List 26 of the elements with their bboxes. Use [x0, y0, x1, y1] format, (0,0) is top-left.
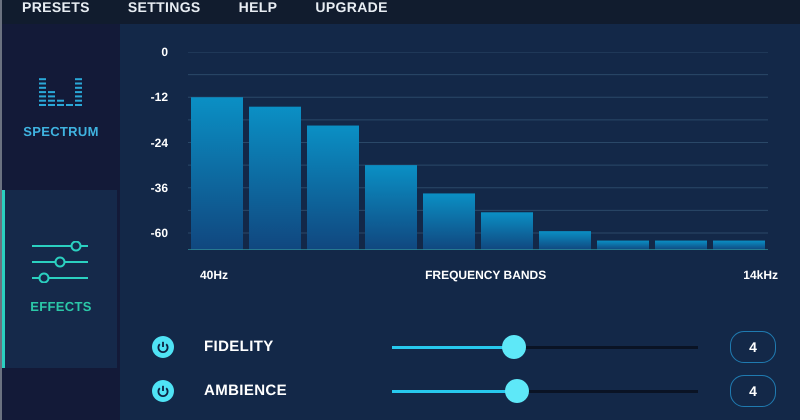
- axis-tick-label: -24: [150, 136, 168, 148]
- axis-title: FREQUENCY BANDS: [425, 267, 546, 284]
- effect-label: FIDELITY: [204, 336, 275, 357]
- sidebar-tab[interactable]: SPECTRUM: [2, 28, 117, 190]
- value-box[interactable]: 4: [730, 331, 776, 363]
- axis-tick-label: 0: [161, 46, 168, 58]
- power-icon[interactable]: [152, 336, 174, 358]
- axis-tick-label: -60: [150, 227, 168, 240]
- slider-thumb[interactable]: [505, 379, 530, 403]
- axis-tick-label: -36: [150, 182, 168, 194]
- slider[interactable]: [392, 379, 698, 403]
- menu-item[interactable]: PRESETS: [22, 0, 90, 14]
- equalizer-icon: [39, 76, 83, 108]
- sidebar-tab[interactable]: EFFECTS: [2, 190, 117, 368]
- value-box[interactable]: 4: [730, 375, 776, 407]
- slider[interactable]: [392, 335, 698, 359]
- menu-item[interactable]: UPGRADE: [315, 0, 388, 14]
- axis-tick-label: -12: [150, 91, 168, 104]
- slider-thumb[interactable]: [502, 335, 526, 359]
- power-icon[interactable]: [152, 380, 174, 402]
- sliders-icon: [32, 241, 90, 284]
- axis-tick-label: 14kHz: [743, 267, 778, 284]
- effect-label: AMBIENCE: [204, 380, 288, 401]
- axis-tick-label: 40Hz: [200, 267, 228, 284]
- menu-item[interactable]: SETTINGS: [128, 0, 201, 14]
- menu-item[interactable]: HELP: [238, 0, 278, 14]
